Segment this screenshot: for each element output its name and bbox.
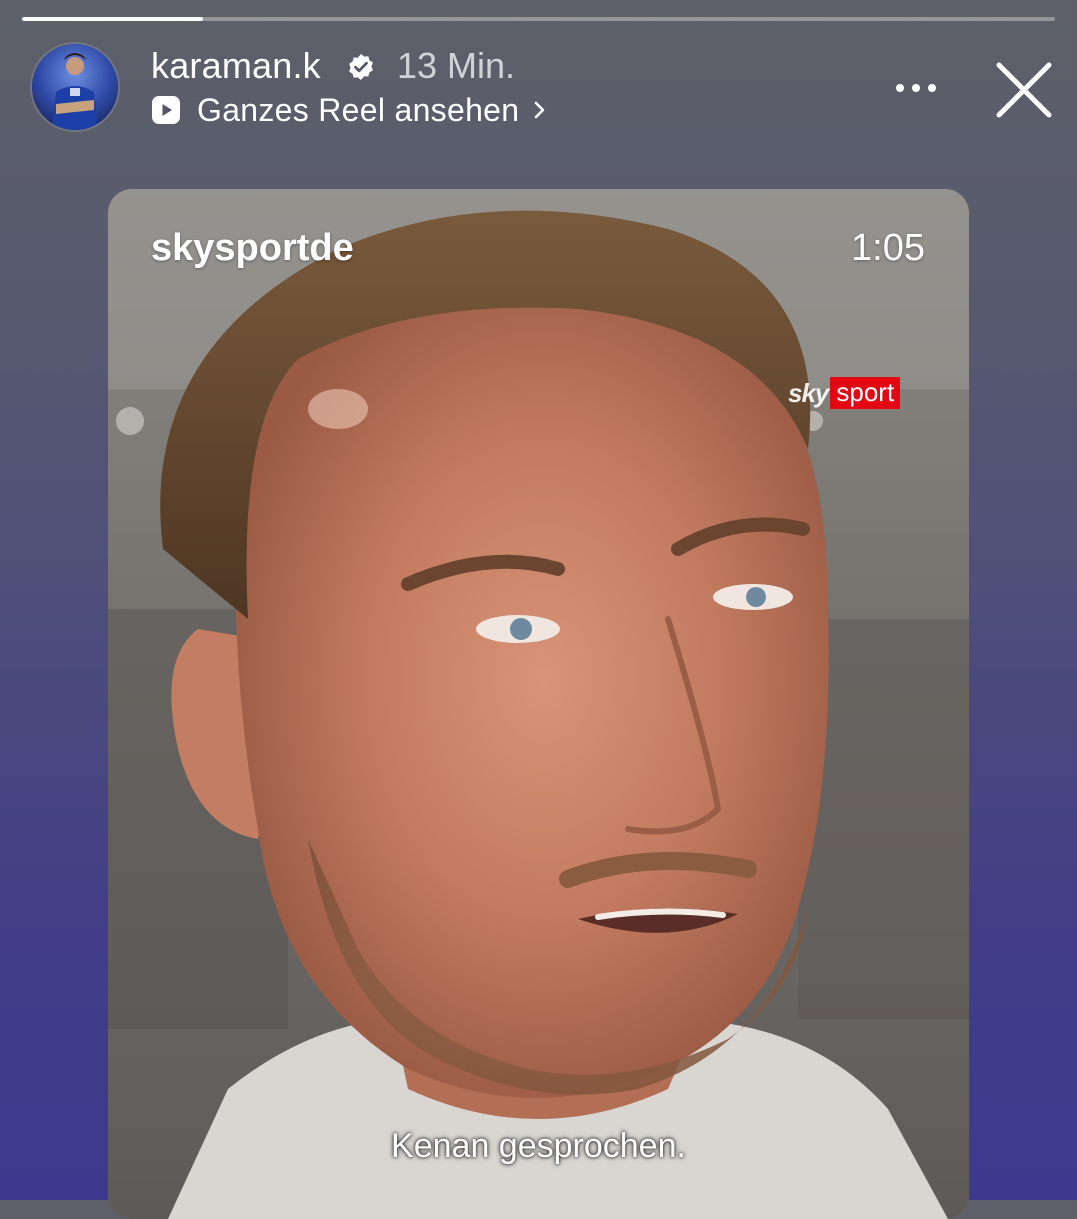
- reel-channel-name: skysportde: [151, 227, 354, 269]
- chevron-right-icon: [535, 101, 545, 119]
- video-thumbnail: [108, 189, 969, 1219]
- reel-video-card[interactable]: skysportde 1:05 sky sport Kenan gesproch…: [108, 189, 969, 1219]
- avatar-image: [32, 44, 118, 130]
- sky-logo-text: sky: [788, 377, 829, 408]
- reel-play-icon: [152, 96, 180, 124]
- profile-avatar[interactable]: [32, 44, 118, 130]
- close-button[interactable]: [992, 58, 1056, 122]
- close-icon: [996, 62, 1052, 118]
- verified-badge-icon: [349, 54, 373, 80]
- more-dots-icon: [896, 84, 936, 92]
- reel-duration: 1:05: [851, 227, 925, 269]
- sky-sport-logo: sky sport: [788, 377, 901, 409]
- story-progress-fill: [22, 17, 203, 21]
- story-username[interactable]: karaman.k: [151, 44, 321, 88]
- watch-full-reel-link[interactable]: Ganzes Reel ansehen: [151, 90, 547, 130]
- video-subtitle: Kenan gesprochen.: [391, 1127, 686, 1165]
- sport-logo-badge: sport: [830, 377, 901, 409]
- story-progress-bar: [22, 17, 1055, 21]
- watch-full-reel-label: Ganzes Reel ansehen: [197, 91, 520, 128]
- story-timestamp: 13 Min.: [397, 45, 516, 86]
- more-options-button[interactable]: [888, 70, 948, 106]
